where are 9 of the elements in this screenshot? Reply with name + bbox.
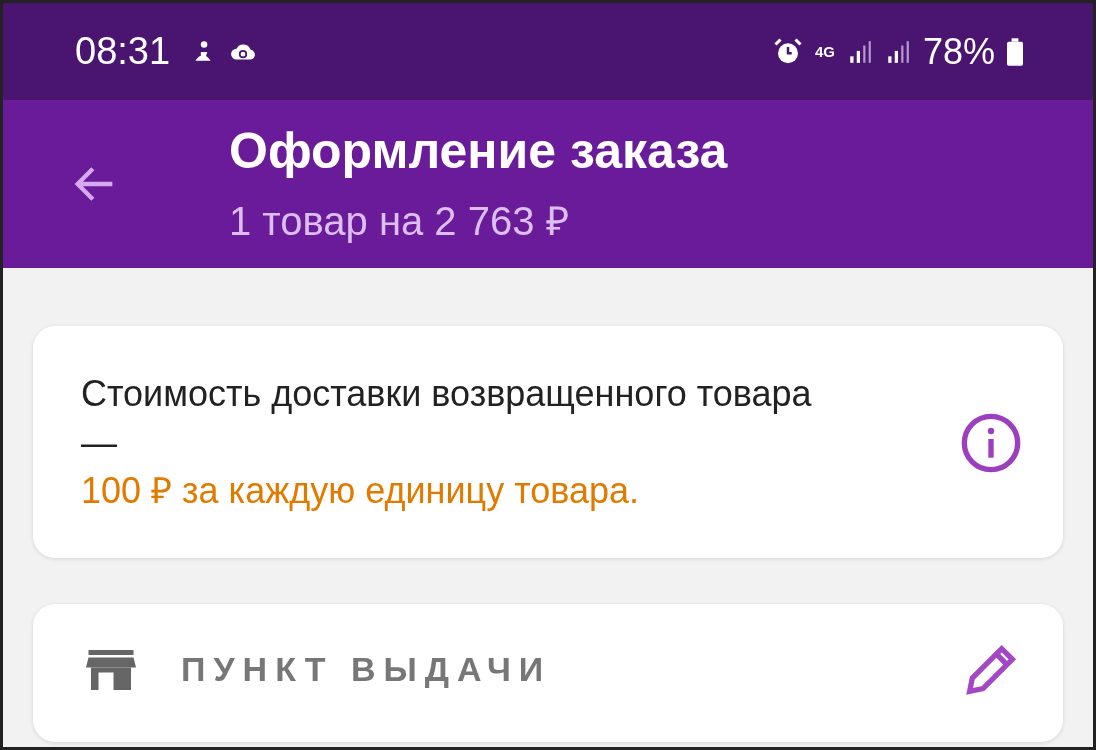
order-summary: 1 товар на 2 763 ₽: [229, 197, 570, 245]
battery-percent: 78%: [922, 30, 995, 73]
battery-icon: [1007, 37, 1023, 66]
screen-title: Оформление заказа: [229, 121, 728, 180]
notice-price: 100 ₽ за каждую единицу товара.: [81, 469, 641, 514]
network-type-label: 4G: [814, 43, 835, 60]
section-title: ПУНКТ ВЫДАЧИ: [181, 650, 552, 690]
notice-text: Стоимость доставки возвращенного товара —: [81, 372, 813, 465]
status-time: 08:31: [75, 30, 171, 73]
